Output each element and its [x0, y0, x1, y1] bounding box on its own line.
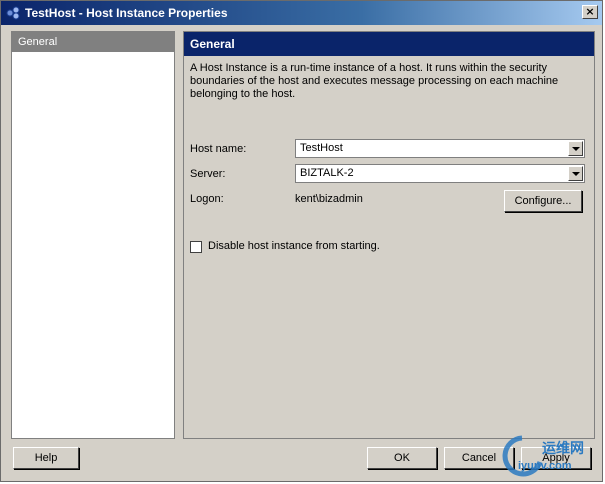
close-button[interactable]: × [582, 5, 598, 19]
properties-dialog: TestHost - Host Instance Properties × Ge… [0, 0, 603, 482]
disable-host-checkbox[interactable] [190, 241, 202, 253]
nav-item-general[interactable]: General [12, 32, 174, 52]
ok-button[interactable]: OK [367, 447, 437, 469]
configure-button[interactable]: Configure... [504, 190, 582, 212]
server-combo[interactable]: BIZTALK-2 [295, 164, 585, 183]
logon-value: kent\bizadmin [295, 193, 363, 205]
section-description: A Host Instance is a run-time instance o… [190, 62, 559, 100]
host-name-combo[interactable]: TestHost [295, 139, 585, 158]
nav-panel: General [11, 31, 175, 439]
server-value: BIZTALK-2 [300, 167, 354, 179]
biztalk-app-icon [5, 5, 21, 21]
site-watermark: 运维网 iyunv.com [498, 432, 602, 480]
watermark-line1: 运维网 [542, 440, 584, 456]
window-title: TestHost - Host Instance Properties [25, 6, 228, 20]
watermark-logo-icon [502, 435, 543, 477]
general-page: General A Host Instance is a run-time in… [183, 31, 595, 439]
chevron-down-icon[interactable] [568, 166, 583, 181]
title-bar[interactable]: TestHost - Host Instance Properties × [1, 1, 602, 25]
host-name-value: TestHost [300, 142, 343, 154]
section-title: General [184, 32, 594, 56]
watermark-line2: iyunv.com [518, 460, 572, 472]
host-name-label: Host name: [190, 143, 247, 155]
server-label: Server: [190, 168, 226, 180]
chevron-down-icon[interactable] [568, 141, 583, 156]
help-button[interactable]: Help [13, 447, 79, 469]
logon-label: Logon: [190, 193, 224, 205]
disable-host-label[interactable]: Disable host instance from starting. [208, 240, 380, 252]
